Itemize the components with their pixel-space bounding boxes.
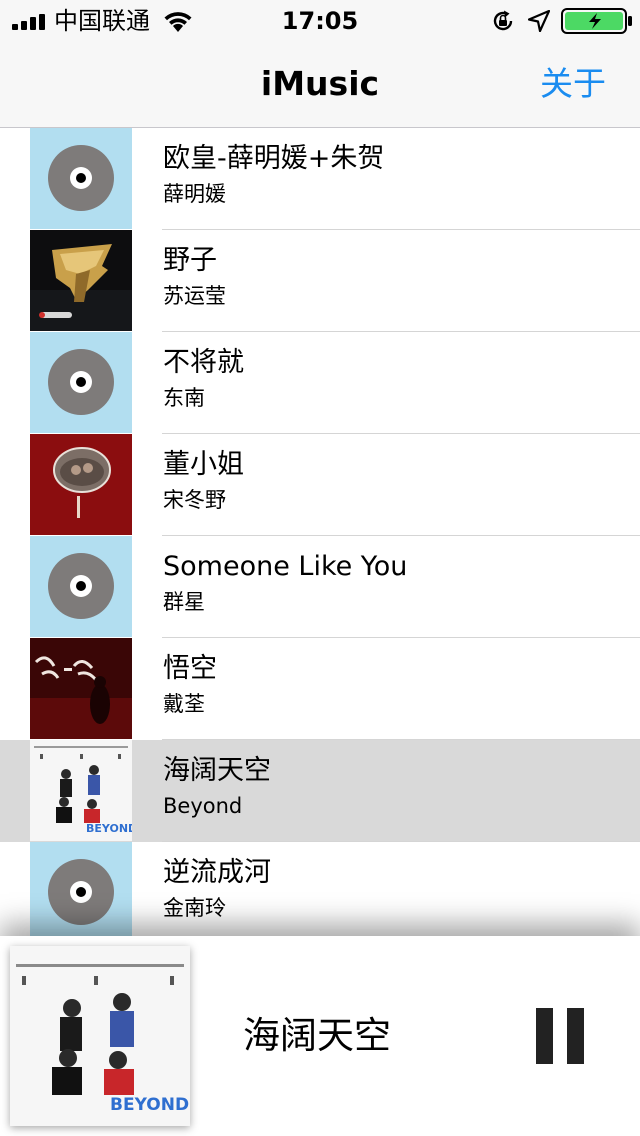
disc-icon (48, 349, 114, 415)
song-artist: 宋冬野 (163, 488, 226, 512)
album-art-placeholder (30, 128, 132, 229)
album-art-placeholder (30, 842, 132, 936)
song-artist: 苏运莹 (163, 284, 226, 308)
album-art: BEYOND (30, 740, 132, 841)
song-artist: Beyond (163, 794, 243, 818)
song-title: 海阔天空 (163, 755, 271, 786)
album-art-placeholder (30, 332, 132, 433)
album-art (30, 434, 132, 535)
svg-text:BEYOND: BEYOND (86, 822, 132, 835)
song-title: 欧皇-薛明媛+朱贺 (163, 143, 385, 174)
svg-text:BEYOND: BEYOND (110, 1095, 189, 1115)
song-row[interactable]: 悟空 戴荃 (0, 638, 640, 740)
song-artist: 薛明媛 (163, 182, 226, 206)
pause-icon-bar (567, 1008, 584, 1064)
now-playing-title: 海阔天空 (243, 1014, 391, 1057)
pause-button[interactable] (532, 1008, 588, 1064)
song-artist: 群星 (163, 590, 205, 614)
song-title: 董小姐 (163, 449, 244, 480)
navigation-bar: iMusic 关于 (0, 40, 640, 128)
pause-icon (536, 1008, 553, 1064)
album-art (30, 230, 132, 331)
orientation-lock-icon (493, 10, 513, 31)
song-artist: 东南 (163, 386, 205, 410)
disc-icon (48, 859, 114, 925)
now-playing-bar[interactable]: BEYOND 海阔天空 (0, 936, 640, 1136)
song-artist: 戴荃 (163, 692, 205, 716)
location-icon (528, 10, 550, 32)
disc-icon (48, 145, 114, 211)
song-title: 悟空 (163, 653, 217, 684)
song-row[interactable]: 逆流成河 金南玲 (0, 842, 640, 936)
now-playing-album-art[interactable]: BEYOND (10, 946, 190, 1126)
song-row[interactable]: 董小姐 宋冬野 (0, 434, 640, 536)
about-button[interactable]: 关于 (540, 62, 606, 106)
song-row-selected[interactable]: BEYOND 海阔天空 Beyond (0, 740, 640, 842)
song-title: 野子 (163, 245, 217, 276)
song-row[interactable]: 欧皇-薛明媛+朱贺 薛明媛 (0, 128, 640, 230)
song-row[interactable]: 不将就 东南 (0, 332, 640, 434)
status-bar: 中国联通 17:05 (0, 0, 640, 40)
song-list[interactable]: 欧皇-薛明媛+朱贺 薛明媛 野子 苏运莹 不将就 东南 董小姐 宋冬野 Some… (0, 128, 640, 936)
album-art-placeholder (30, 536, 132, 637)
battery-icon (561, 8, 632, 34)
song-artist: 金南玲 (163, 896, 226, 920)
song-title: Someone Like You (163, 551, 408, 582)
song-title: 不将就 (163, 347, 244, 378)
song-row[interactable]: Someone Like You 群星 (0, 536, 640, 638)
disc-icon (48, 553, 114, 619)
song-title: 逆流成河 (163, 857, 271, 888)
album-art (30, 638, 132, 739)
song-row[interactable]: 野子 苏运莹 (0, 230, 640, 332)
